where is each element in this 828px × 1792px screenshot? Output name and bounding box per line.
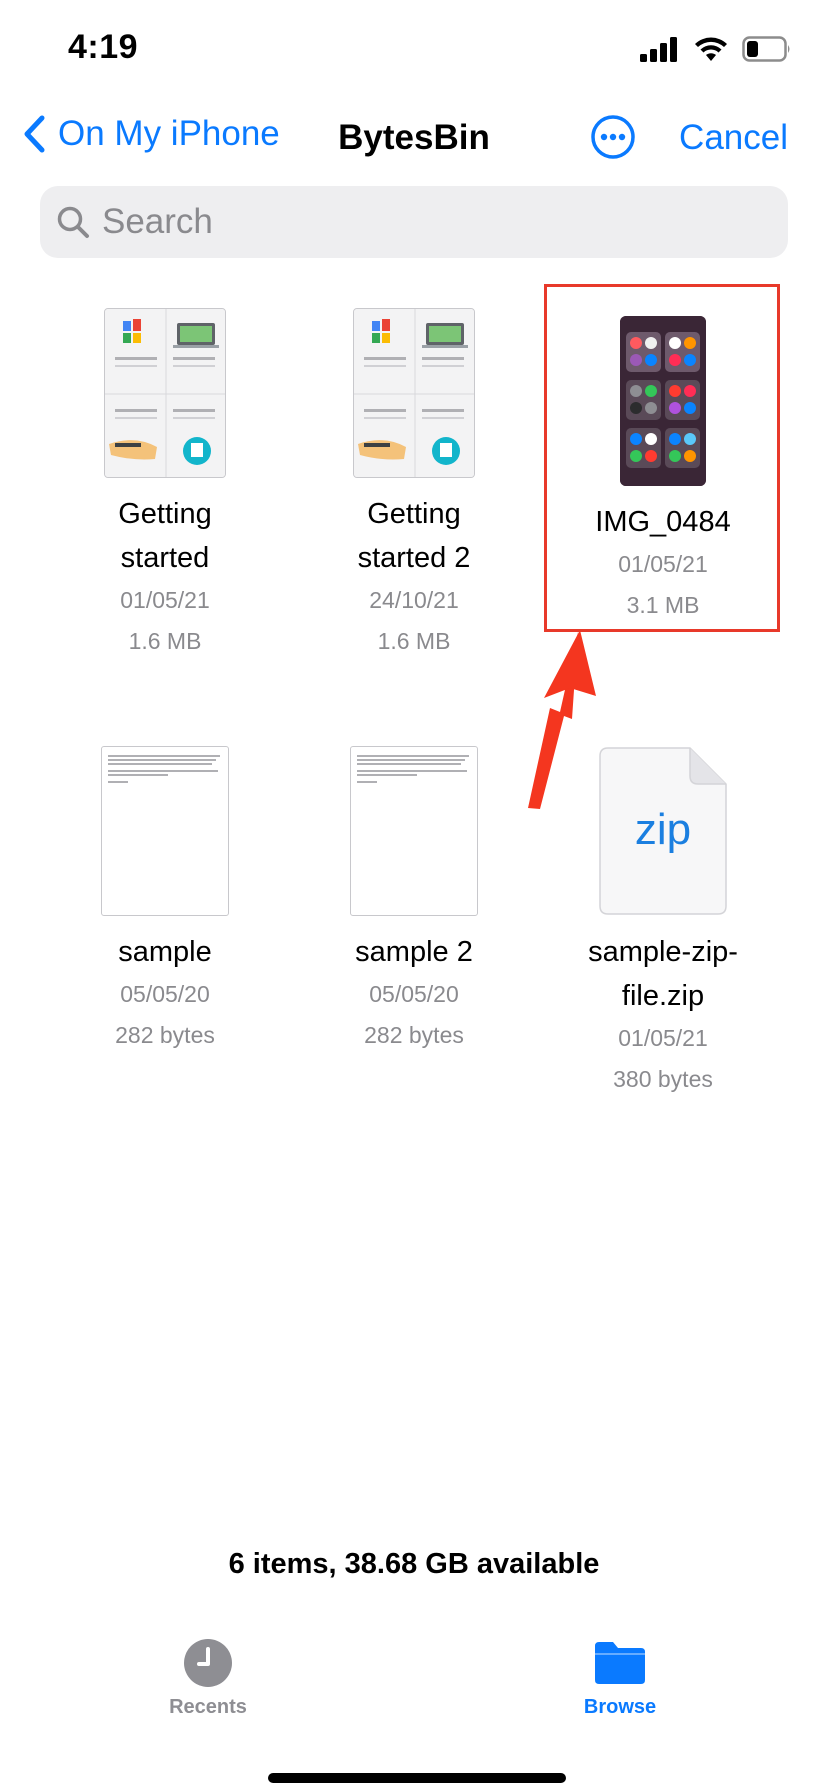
status-bar: 4:19 — [0, 0, 828, 96]
storage-summary: 6 items, 38.68 GB available — [228, 1548, 600, 1580]
search-icon — [57, 206, 89, 238]
file-date: 01/05/21 — [120, 587, 210, 613]
file-size: 282 bytes — [115, 1022, 215, 1048]
zip-thumb-label: zip — [635, 805, 691, 854]
document-thumbnail — [353, 308, 475, 478]
file-size: 1.6 MB — [128, 628, 202, 654]
file-item-getting-started-2[interactable]: Getting started 2 24/10/21 1.6 MB — [289, 308, 539, 662]
file-name: sample-zip-file.zip — [588, 936, 738, 1012]
text-document-thumbnail — [350, 746, 478, 916]
file-date: 01/05/21 — [618, 1025, 708, 1051]
tab-bar: Recents Browse — [0, 1630, 828, 1792]
file-item-sample[interactable]: sample 05/05/20 282 bytes — [40, 746, 290, 1056]
chevron-left-icon — [24, 115, 45, 153]
tab-recents-label: Recents — [169, 1696, 247, 1718]
file-size: 3.1 MB — [626, 592, 700, 618]
annotation-arrow-icon — [528, 630, 596, 809]
file-date: 05/05/20 — [369, 981, 459, 1007]
navigation-bar: On My iPhone BytesBin Cancel — [0, 104, 828, 176]
file-size: 282 bytes — [364, 1022, 464, 1048]
tab-browse-label: Browse — [583, 1696, 657, 1718]
status-icons — [640, 36, 792, 62]
tab-browse[interactable]: Browse — [520, 1638, 720, 1719]
file-size: 1.6 MB — [377, 628, 451, 654]
file-name: sample 2 — [355, 936, 473, 968]
cellular-signal-icon — [640, 37, 677, 62]
file-name: sample — [118, 936, 212, 968]
text-document-thumbnail — [101, 746, 229, 916]
battery-icon — [742, 36, 790, 62]
search-input[interactable] — [102, 202, 722, 242]
folder-icon — [595, 1642, 645, 1684]
home-indicator — [268, 1773, 566, 1783]
search-bar[interactable] — [40, 186, 788, 258]
file-name: IMG_0484 — [595, 506, 731, 538]
document-thumbnail — [104, 308, 226, 478]
image-thumbnail — [620, 316, 706, 486]
ellipsis-circle-icon[interactable] — [590, 114, 636, 160]
file-size: 380 bytes — [613, 1066, 713, 1092]
back-button-label: On My iPhone — [58, 114, 280, 153]
file-date: 01/05/21 — [618, 551, 708, 577]
cancel-button[interactable]: Cancel — [679, 118, 788, 158]
clock-icon — [184, 1639, 232, 1687]
file-item-getting-started[interactable]: Getting started 01/05/21 1.6 MB — [40, 308, 290, 662]
file-name: Getting started — [118, 498, 212, 574]
status-time: 4:19 — [68, 28, 139, 66]
tab-recents[interactable]: Recents — [108, 1638, 308, 1719]
file-item-sample-2[interactable]: sample 2 05/05/20 282 bytes — [289, 746, 539, 1056]
file-name: Getting started 2 — [357, 498, 471, 574]
wifi-icon — [695, 37, 727, 61]
file-date: 05/05/20 — [120, 981, 210, 1007]
zip-file-icon: zip — [598, 746, 728, 916]
file-item-img-0484[interactable]: IMG_0484 01/05/21 3.1 MB — [538, 316, 788, 626]
file-date: 24/10/21 — [369, 587, 459, 613]
back-button[interactable]: On My iPhone — [22, 114, 280, 154]
